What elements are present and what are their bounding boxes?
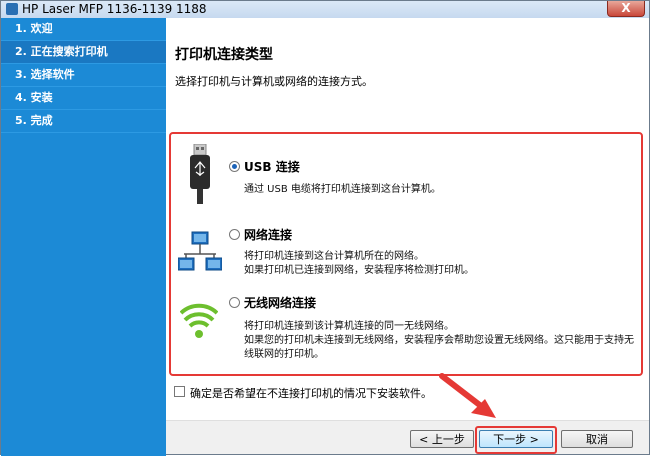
install-without-printer-checkbox[interactable]: [174, 386, 185, 397]
app-icon: [6, 3, 18, 15]
wifi-icon: [180, 303, 218, 338]
wireless-desc-line: 如果您的打印机未连接到无线网络，安装程序会帮助您设置无线网络。这只能用于支持无: [244, 335, 634, 346]
wireless-desc-line: 将打印机连接到该计算机连接的同一无线网络。: [244, 321, 454, 332]
installer-window: HP Laser MFP 1136-1139 1188 X 1. 欢迎 2. 正…: [0, 0, 650, 456]
usb-cable-icon: [190, 144, 210, 204]
title-bar[interactable]: HP Laser MFP 1136-1139 1188 X: [1, 1, 649, 18]
network-radio[interactable]: [229, 229, 240, 240]
button-bar: < 上一步 下一步 > 取消: [166, 420, 649, 454]
page-subtitle: 选择打印机与计算机或网络的连接方式。: [175, 75, 373, 88]
window-title: HP Laser MFP 1136-1139 1188: [22, 2, 207, 16]
step-select-software: 3. 选择软件: [1, 64, 166, 87]
main-panel: 打印机连接类型 选择打印机与计算机或网络的连接方式。 USB 连接 通过 USB…: [166, 18, 649, 454]
connection-options-group: USB 连接 通过 USB 电缆将打印机连接到这台计算机。 网络连接 将打印机连…: [169, 132, 643, 376]
network-desc-line: 如果打印机已连接到网络，安装程序将检测打印机。: [244, 265, 474, 276]
wireless-desc-line: 线联网的打印机。: [244, 349, 324, 360]
network-icon: [178, 231, 222, 271]
usb-desc-line: 通过 USB 电缆将打印机连接到这台计算机。: [244, 184, 441, 195]
page-title: 打印机连接类型: [175, 47, 273, 63]
steps-sidebar: 1. 欢迎 2. 正在搜索打印机 3. 选择软件 4. 安装 5. 完成: [1, 18, 166, 456]
cancel-button[interactable]: 取消: [561, 430, 633, 448]
wireless-option-label[interactable]: 无线网络连接: [244, 294, 316, 311]
step-install: 4. 安装: [1, 87, 166, 110]
back-button[interactable]: < 上一步: [410, 430, 474, 448]
usb-option-label[interactable]: USB 连接: [244, 158, 300, 175]
wireless-option-description: 将打印机连接到该计算机连接的同一无线网络。 如果您的打印机未连接到无线网络，安装…: [244, 320, 634, 362]
usb-option-description: 通过 USB 电缆将打印机连接到这台计算机。: [244, 183, 441, 197]
install-without-printer-label[interactable]: 确定是否希望在不连接打印机的情况下安装软件。: [190, 385, 432, 401]
next-button[interactable]: 下一步 >: [479, 430, 553, 448]
network-option-description: 将打印机连接到这台计算机所在的网络。 如果打印机已连接到网络，安装程序将检测打印…: [244, 250, 474, 278]
step-welcome: 1. 欢迎: [1, 18, 166, 41]
usb-radio[interactable]: [229, 161, 240, 172]
step-finish: 5. 完成: [1, 110, 166, 133]
network-desc-line: 将打印机连接到这台计算机所在的网络。: [244, 251, 424, 262]
step-searching-printer: 2. 正在搜索打印机: [1, 41, 166, 64]
wireless-radio[interactable]: [229, 297, 240, 308]
network-option-label[interactable]: 网络连接: [244, 226, 292, 243]
close-button[interactable]: X: [607, 1, 645, 17]
